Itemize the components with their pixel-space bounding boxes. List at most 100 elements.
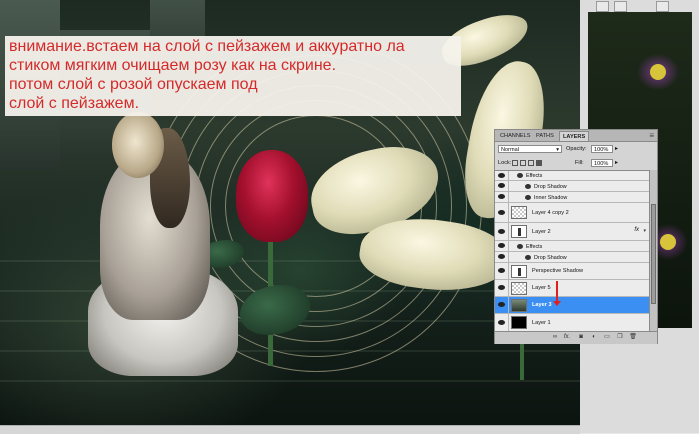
chevron-down-icon: ▾ [556, 147, 559, 153]
layer-effects-row[interactable]: Effects [495, 241, 649, 252]
lock-transparency-icon[interactable] [512, 160, 518, 166]
layer-thumbnail [511, 299, 527, 312]
group-icon[interactable]: ▭ [603, 334, 611, 341]
visibility-toggle[interactable] [495, 314, 509, 331]
visibility-toggle[interactable] [495, 223, 509, 240]
visibility-toggle[interactable] [495, 171, 509, 180]
opacity-input[interactable]: 100% [591, 145, 613, 153]
layer-name: Layer 4 copy 2 [532, 210, 569, 216]
instruction-note: внимание.встаем на слой с пейзажем и акк… [5, 36, 461, 116]
scrollbar-thumb[interactable] [651, 204, 656, 304]
visibility-toggle[interactable] [495, 297, 509, 313]
water-ripple [0, 380, 580, 382]
visibility-toggle[interactable] [495, 280, 509, 296]
effect-label: Drop Shadow [525, 184, 567, 190]
tab-paths[interactable]: PATHS [533, 131, 557, 141]
effects-text: Effects [526, 173, 543, 179]
lock-position-icon[interactable] [528, 160, 534, 166]
minimize-icon[interactable] [596, 1, 609, 12]
rose-flower [236, 150, 308, 242]
layer-name: Layer 2 [532, 229, 551, 235]
layer-thumbnail [511, 225, 527, 238]
fill-input[interactable]: 100% [591, 159, 613, 167]
drop-shadow-text: Drop Shadow [534, 184, 567, 190]
fx-icon[interactable]: fx [634, 227, 639, 233]
fill-label: Fill: [575, 160, 584, 166]
layer-row-perspective-shadow[interactable]: Perspective Shadow [495, 263, 649, 280]
eye-icon [498, 319, 505, 325]
chevron-right-icon[interactable]: ▸ [615, 144, 618, 154]
visibility-toggle[interactable] [495, 241, 509, 251]
lock-image-icon[interactable] [520, 160, 526, 166]
eye-icon [498, 285, 505, 290]
note-line: потом слой с розой опускаем под [9, 76, 258, 93]
layer-effect-row[interactable]: Drop Shadow [495, 252, 649, 263]
chevron-right-icon[interactable]: ▸ [615, 158, 618, 168]
eye-icon [498, 228, 505, 234]
visibility-toggle[interactable] [495, 263, 509, 279]
eye-icon [498, 302, 505, 307]
close-icon[interactable] [656, 1, 669, 12]
layers-panel: CHANNELS PATHS LAYERS ≡ Normal ▾ Opacity… [494, 129, 658, 344]
layer-effect-row[interactable]: Inner Shadow [495, 192, 649, 203]
inner-shadow-text: Inner Shadow [534, 195, 568, 201]
layer-row-layer5[interactable]: Layer 5 [495, 280, 649, 297]
blend-mode-select[interactable]: Normal ▾ [498, 145, 562, 153]
layer-effects-row[interactable]: Effects [495, 171, 649, 181]
link-icon[interactable]: ∞ [551, 334, 559, 341]
eye-icon [498, 243, 505, 248]
figure-head [112, 112, 164, 178]
layer-name: Layer 1 [532, 320, 551, 326]
layer-name: Layer 5 [532, 285, 551, 291]
layer-row-layer1[interactable]: Layer 1 [495, 314, 649, 332]
collapse-arrow-icon[interactable]: ▾ [643, 228, 646, 234]
mask-icon[interactable]: ◙ [577, 334, 585, 341]
effect-label: Drop Shadow [525, 255, 567, 261]
restore-icon[interactable] [614, 1, 627, 12]
fx-icon[interactable]: fx. [563, 334, 571, 341]
red-arrow-annotation [553, 281, 561, 306]
fill-value: 100% [594, 161, 609, 167]
lock-all-icon[interactable] [536, 160, 542, 166]
visibility-toggle[interactable] [495, 181, 509, 191]
adjustment-icon[interactable]: ◐ [590, 334, 598, 341]
layer-thumbnail [511, 282, 527, 295]
trash-icon[interactable]: 🗑 [629, 334, 637, 341]
layer-thumbnail [511, 316, 527, 329]
effect-eye-icon [525, 184, 531, 189]
effect-eye-icon [525, 195, 531, 200]
layer-name: Perspective Shadow [532, 268, 583, 274]
note-line: стиком мягким очищаем розу как на скрине… [9, 57, 337, 74]
pansy-center [660, 234, 676, 250]
lock-label: Lock: [498, 160, 512, 166]
panel-menu-icon[interactable]: ≡ [649, 131, 654, 140]
eye-icon [498, 194, 505, 199]
tab-channels[interactable]: CHANNELS [497, 131, 533, 141]
opacity-label: Opacity: [566, 146, 587, 152]
blend-mode-value: Normal [501, 147, 520, 153]
eye-icon [498, 209, 505, 215]
layer-effect-row[interactable]: Drop Shadow [495, 181, 649, 192]
layer-list[interactable]: Effects Drop Shadow Inner Shadow Layer 4… [495, 170, 649, 332]
layer-row-layer3[interactable]: Layer 3 [495, 297, 649, 314]
visibility-toggle[interactable] [495, 203, 509, 222]
new-layer-icon[interactable]: ❐ [616, 334, 624, 341]
layers-panel-footer: ∞ fx. ◙ ◐ ▭ ❐ 🗑 [495, 331, 657, 344]
effect-label: Inner Shadow [525, 195, 567, 201]
tab-layers[interactable]: LAYERS [559, 131, 590, 141]
drop-shadow-text: Drop Shadow [534, 255, 567, 261]
visibility-toggle[interactable] [495, 252, 509, 262]
eye-icon [498, 183, 505, 188]
pansy-center [650, 64, 666, 80]
eye-icon [498, 268, 505, 273]
effects-text: Effects [526, 244, 543, 250]
layer-thumbnail [511, 265, 527, 278]
layer-list-scrollbar[interactable] [649, 170, 657, 331]
visibility-toggle[interactable] [495, 192, 509, 202]
note-line: внимание.встаем на слой с пейзажем и акк… [9, 38, 405, 55]
eye-icon [498, 172, 505, 178]
layer-row-layer4copy2[interactable]: Layer 4 copy 2 [495, 203, 649, 223]
effects-icon [517, 244, 523, 249]
opacity-value: 100% [594, 147, 609, 153]
layer-row-layer2[interactable]: Layer 2 fx ▾ [495, 223, 649, 241]
